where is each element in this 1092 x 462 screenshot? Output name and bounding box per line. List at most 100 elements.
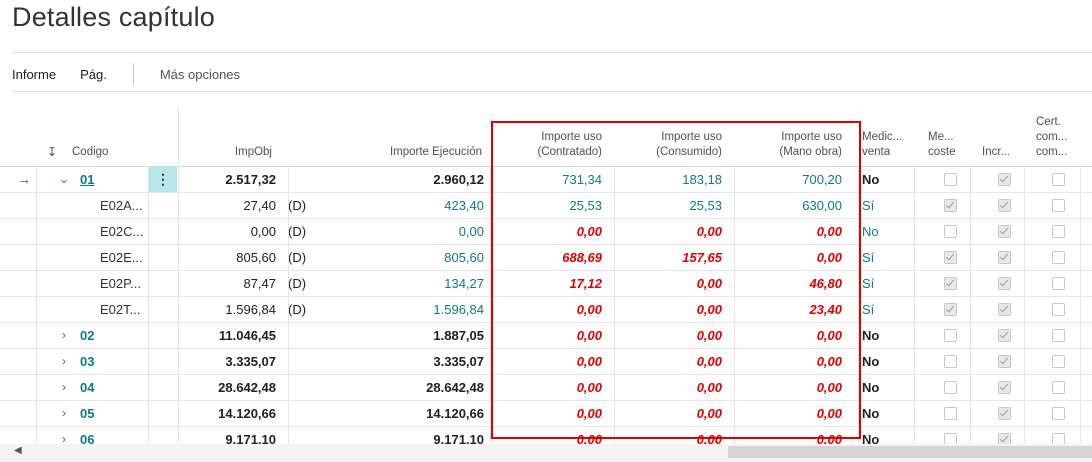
col-me-coste[interactable]: Me... coste <box>928 108 968 166</box>
col-importe-ejecucion[interactable]: Importe Ejecución <box>290 108 488 166</box>
cell-cert[interactable] <box>1044 218 1072 244</box>
cell-codigo[interactable]: 04 <box>80 374 148 400</box>
cell-me-coste[interactable] <box>936 322 964 348</box>
caret-left-icon[interactable]: ◀ <box>14 445 22 456</box>
checkbox[interactable] <box>997 198 1011 212</box>
checkbox[interactable] <box>997 276 1011 290</box>
chevron-right-icon[interactable]: › <box>56 400 72 426</box>
cell-cert[interactable] <box>1044 348 1072 374</box>
col-importe-contratado[interactable]: Importe uso (Contratado) <box>500 108 610 166</box>
checkbox[interactable] <box>1051 172 1065 186</box>
cell-me-coste[interactable] <box>936 348 964 374</box>
table-row[interactable]: E02C... 0,00 (D) 0,00 0,00 0,00 0,00 No <box>0 218 1092 245</box>
cell-incr[interactable] <box>990 400 1018 426</box>
cell-incr[interactable] <box>990 270 1018 296</box>
cell-codigo[interactable]: 03 <box>80 348 148 374</box>
col-impobj[interactable]: ImpObj <box>180 108 276 166</box>
table-row[interactable]: › 04 28.642,48 28.642,48 0,00 0,00 0,00 No <box>0 374 1092 401</box>
cell-codigo[interactable]: 02 <box>80 322 148 348</box>
scrollbar-thumb[interactable] <box>728 446 1092 458</box>
checkbox[interactable] <box>943 328 957 342</box>
cell-cert[interactable] <box>1044 400 1072 426</box>
checkbox[interactable] <box>943 354 957 368</box>
double-chevron-down-icon[interactable]: ↧ <box>40 108 64 166</box>
more-options-button[interactable]: Más opciones <box>148 67 252 82</box>
cell-cert[interactable] <box>1044 296 1072 322</box>
action-pag[interactable]: Pág. <box>68 67 119 82</box>
checkbox[interactable] <box>943 172 957 186</box>
cell-cert[interactable] <box>1044 374 1072 400</box>
cell-cert[interactable] <box>1044 270 1072 296</box>
checkbox[interactable] <box>1051 250 1065 264</box>
checkbox[interactable] <box>1051 198 1065 212</box>
checkbox[interactable] <box>1051 406 1065 420</box>
checkbox[interactable] <box>943 302 957 316</box>
table-row[interactable]: E02P... 87,47 (D) 134,27 17,12 0,00 46,80 Sí <box>0 270 1092 297</box>
checkbox[interactable] <box>997 380 1011 394</box>
checkbox[interactable] <box>997 302 1011 316</box>
cell-cert[interactable] <box>1044 192 1072 218</box>
cell-incr[interactable] <box>990 374 1018 400</box>
checkbox[interactable] <box>997 354 1011 368</box>
cell-codigo[interactable]: 01 <box>80 166 148 192</box>
cell-cert[interactable] <box>1044 322 1072 348</box>
chevron-right-icon[interactable]: › <box>56 374 72 400</box>
checkbox[interactable] <box>1051 328 1065 342</box>
checkbox[interactable] <box>997 224 1011 238</box>
checkbox[interactable] <box>1051 224 1065 238</box>
checkbox[interactable] <box>943 380 957 394</box>
cell-me-coste[interactable] <box>936 166 964 192</box>
col-codigo[interactable]: Codigo <box>72 108 162 166</box>
checkbox[interactable] <box>997 328 1011 342</box>
cell-codigo[interactable]: 05 <box>80 400 148 426</box>
cell-incr[interactable] <box>990 218 1018 244</box>
cell-me-coste[interactable] <box>936 400 964 426</box>
cell-me-coste[interactable] <box>936 374 964 400</box>
cell-me-coste[interactable] <box>936 270 964 296</box>
checkbox[interactable] <box>943 250 957 264</box>
action-informe[interactable]: Informe <box>0 67 68 82</box>
cell-me-coste[interactable] <box>936 192 964 218</box>
col-importe-consumido[interactable]: Importe uso (Consumido) <box>618 108 730 166</box>
table-row[interactable]: › 02 11.046,45 1.887,05 0,00 0,00 0,00 No <box>0 322 1092 349</box>
checkbox[interactable] <box>1051 354 1065 368</box>
col-importe-mano-obra[interactable]: Importe uso (Mano obra) <box>738 108 850 166</box>
col-cert[interactable]: Cert. com... com... <box>1036 108 1086 166</box>
checkbox[interactable] <box>943 276 957 290</box>
table-row[interactable]: E02T... 1.596,84 (D) 1.596,84 0,00 0,00 23,40 S… <box>0 296 1092 323</box>
checkbox[interactable] <box>1051 276 1065 290</box>
checkbox[interactable] <box>997 172 1011 186</box>
cell-incr[interactable] <box>990 296 1018 322</box>
checkbox[interactable] <box>1051 302 1065 316</box>
checkbox[interactable] <box>943 406 957 420</box>
table-row[interactable]: E02E... 805,60 (D) 805,60 688,69 157,65 0,00 Sí <box>0 244 1092 271</box>
more-vertical-icon[interactable]: ⋮ <box>149 166 177 192</box>
chevron-right-icon[interactable]: › <box>56 322 72 348</box>
checkbox[interactable] <box>997 406 1011 420</box>
table-row[interactable]: E02A... 27,40 (D) 423,40 25,53 25,53 630,00 Sí <box>0 192 1092 219</box>
table-row[interactable]: › 03 3.335,07 3.335,07 0,00 0,00 0,00 No <box>0 348 1092 375</box>
cell-me-coste[interactable] <box>936 244 964 270</box>
cell-incr[interactable] <box>990 166 1018 192</box>
cell-incr[interactable] <box>990 192 1018 218</box>
chevron-down-icon[interactable]: ⌄ <box>56 166 72 192</box>
col-medic-venta[interactable]: Medic... venta <box>862 108 912 166</box>
cell-incr[interactable] <box>990 322 1018 348</box>
chevron-right-icon[interactable]: › <box>56 348 72 374</box>
checkbox[interactable] <box>943 224 957 238</box>
checkbox[interactable] <box>943 198 957 212</box>
checkbox[interactable] <box>997 250 1011 264</box>
col-medic-line2: venta <box>862 146 891 158</box>
cell-incr[interactable] <box>990 348 1018 374</box>
cell-divider <box>614 400 615 426</box>
cell-cert[interactable] <box>1044 166 1072 192</box>
cell-me-coste[interactable] <box>936 296 964 322</box>
cell-incr[interactable] <box>990 244 1018 270</box>
col-incr[interactable]: Incr... <box>982 108 1022 166</box>
table-row[interactable]: → ⌄ 01 ⋮ 2.517,32 2.960,12 731,34 183,18 700,20 N… <box>0 166 1092 193</box>
checkbox[interactable] <box>1051 380 1065 394</box>
table-row[interactable]: › 05 14.120,66 14.120,66 0,00 0,00 0,00 No <box>0 400 1092 427</box>
cell-cert[interactable] <box>1044 244 1072 270</box>
cell-me-coste[interactable] <box>936 218 964 244</box>
horizontal-scrollbar[interactable]: ◀ <box>0 444 1092 462</box>
